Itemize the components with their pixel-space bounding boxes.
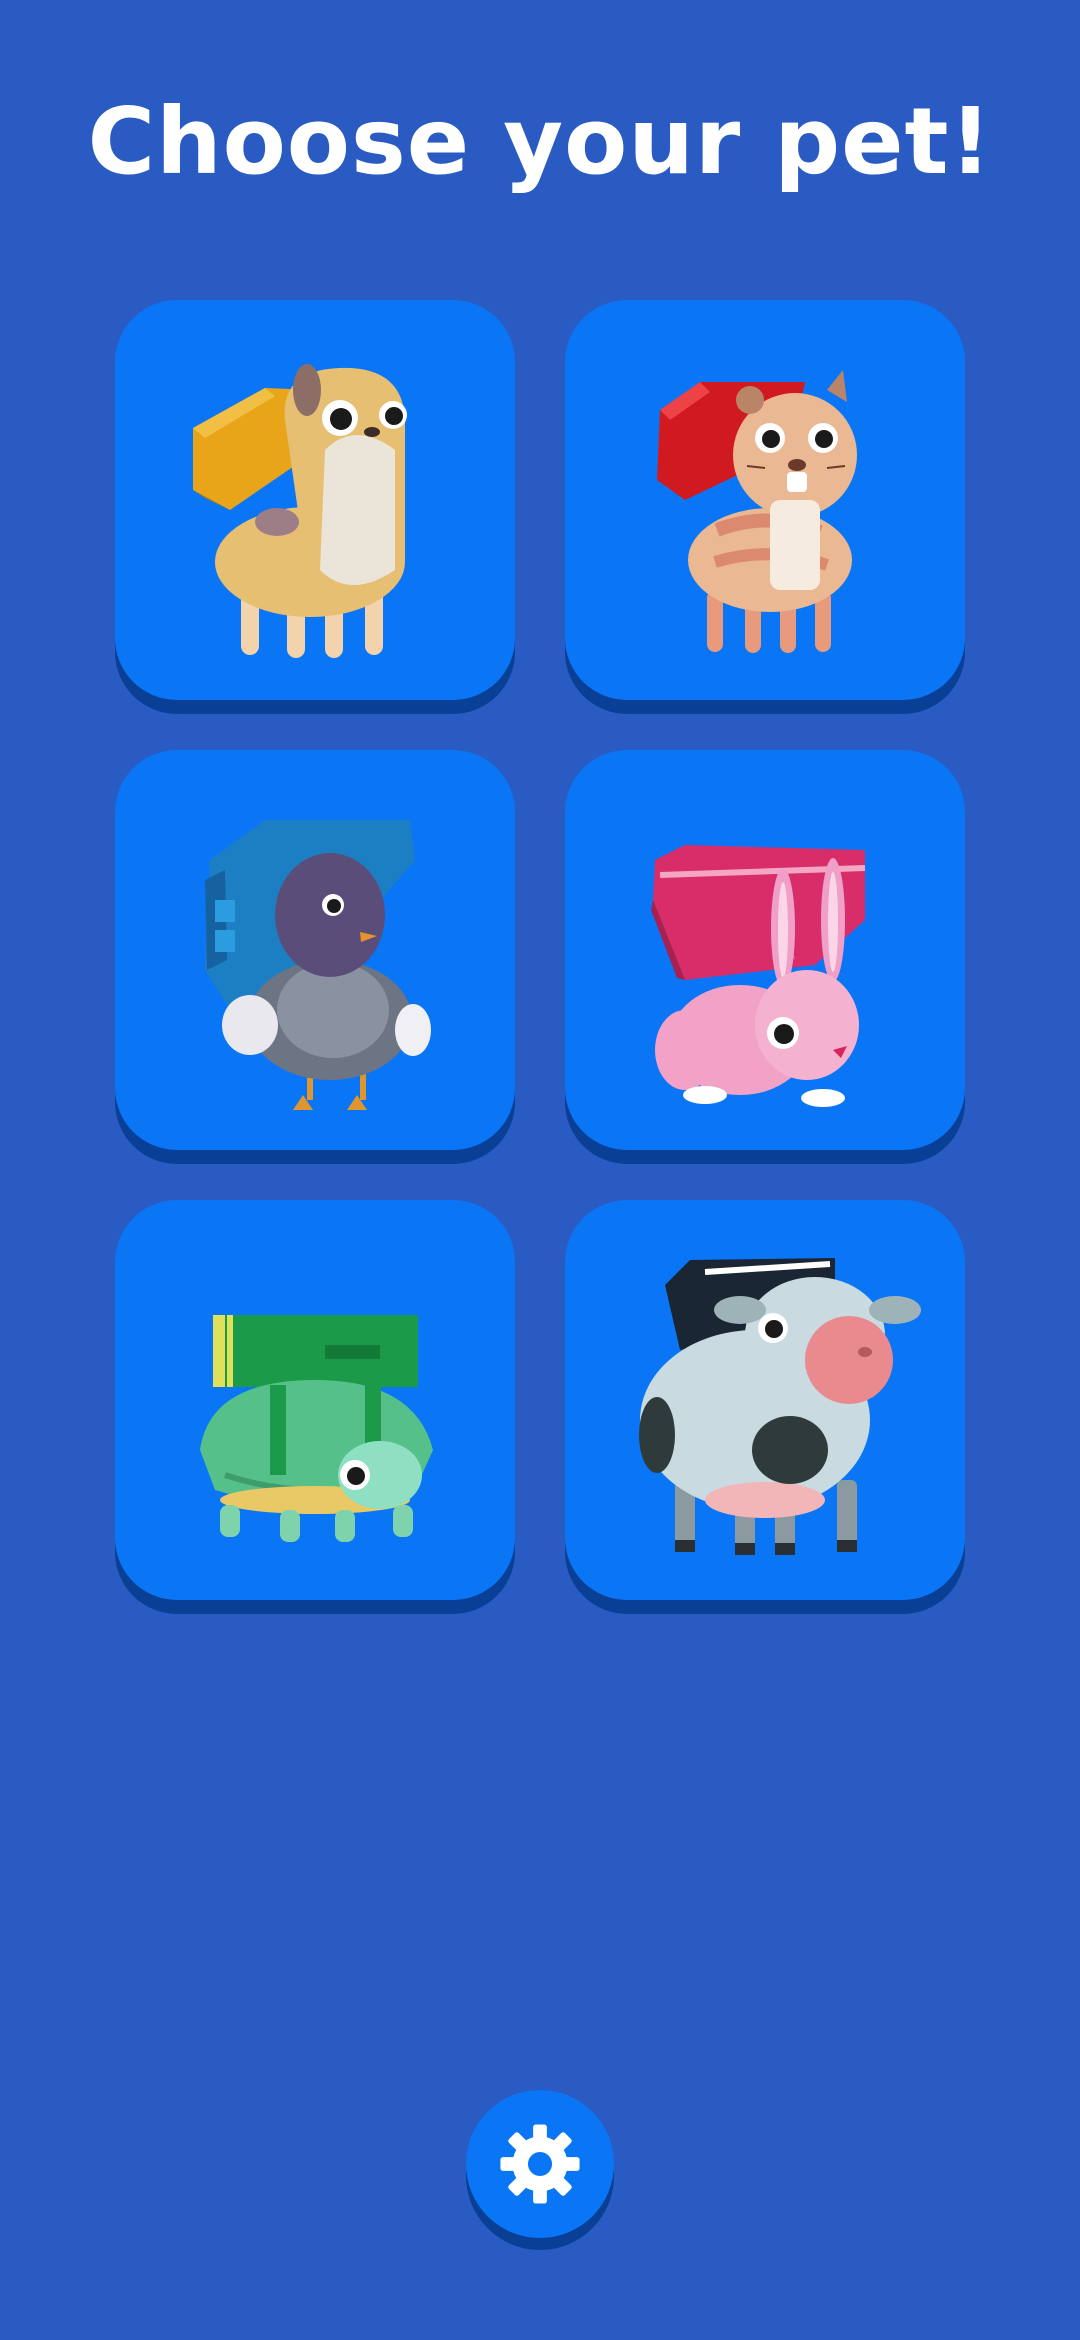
page-title: Choose your pet! <box>87 88 993 195</box>
hamster-icon <box>657 370 857 653</box>
pet-card-bunny[interactable] <box>565 750 965 1150</box>
pet-select-screen: Choose your pet! <box>0 0 1080 2340</box>
pet-card-turtle[interactable] <box>115 1200 515 1600</box>
pet-card-pigeon[interactable] <box>115 750 515 1150</box>
bunny-icon <box>651 845 866 1107</box>
settings-button[interactable] <box>466 2090 614 2238</box>
pet-grid <box>115 300 965 1600</box>
pet-card-cow[interactable] <box>565 1200 965 1600</box>
gear-icon <box>500 2124 580 2204</box>
turtle-icon <box>200 1315 433 1542</box>
dog-icon <box>193 364 407 658</box>
pigeon-icon <box>205 820 431 1110</box>
pet-card-hamster[interactable] <box>565 300 965 700</box>
pet-card-dog[interactable] <box>115 300 515 700</box>
cow-icon <box>639 1258 921 1555</box>
